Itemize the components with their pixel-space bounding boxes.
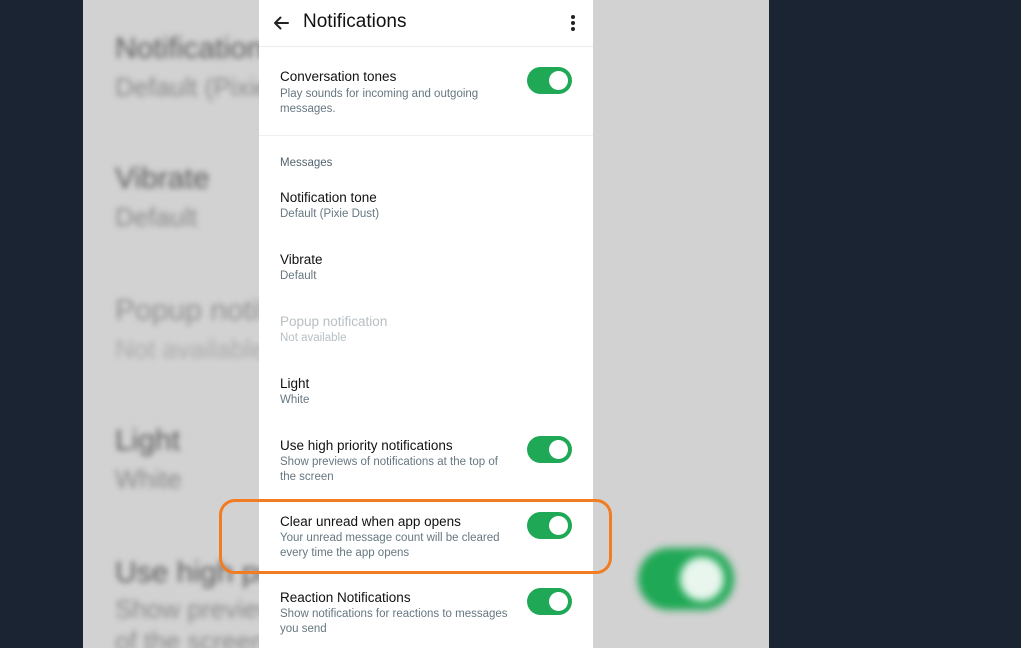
- reaction-notifications-toggle[interactable]: [527, 588, 572, 615]
- setting-title: Conversation tones: [280, 69, 397, 84]
- notification-tone-setting[interactable]: Notification tone Default (Pixie Dust): [259, 182, 593, 238]
- reaction-notifications-setting[interactable]: Reaction Notifications Show notification…: [259, 582, 593, 648]
- setting-subtitle: Show notifications for reactions to mess…: [280, 608, 508, 635]
- highlight-outline: [219, 499, 612, 574]
- setting-subtitle: Default (Pixie Dust): [280, 208, 380, 220]
- more-vert-icon: [571, 15, 575, 31]
- backdrop-text: Light: [115, 424, 181, 457]
- setting-subtitle: Not available: [280, 332, 347, 344]
- backdrop-toggle: [638, 548, 734, 610]
- messages-section-label: Messages: [280, 157, 333, 169]
- screenshot-stage: Notification Default (Pixie Vibrate Defa…: [0, 0, 1021, 648]
- setting-subtitle: Default: [280, 270, 317, 282]
- backdrop-text: Not available: [115, 334, 266, 364]
- toggle-knob: [549, 440, 568, 459]
- high-priority-notifications-setting[interactable]: Use high priority notifications Show pre…: [259, 430, 593, 494]
- high-priority-toggle[interactable]: [527, 436, 572, 463]
- back-button[interactable]: [267, 9, 295, 37]
- setting-title: Use high priority notifications: [280, 438, 453, 453]
- light-setting[interactable]: Light White: [259, 368, 593, 424]
- setting-title: Popup notification: [280, 314, 388, 329]
- setting-title: Notification tone: [280, 190, 377, 205]
- page-title: Notifications: [303, 11, 407, 32]
- backdrop-text: Default (Pixie: [115, 72, 270, 102]
- overflow-menu-button[interactable]: [561, 9, 585, 37]
- setting-title: Vibrate: [280, 252, 323, 267]
- app-bar: Notifications: [259, 0, 593, 47]
- setting-subtitle: Show previews of notifications at the to…: [280, 456, 498, 483]
- setting-title: Reaction Notifications: [280, 590, 411, 605]
- setting-title: Light: [280, 376, 310, 391]
- backdrop-text: Default: [115, 202, 198, 232]
- arrow-left-icon: [274, 16, 289, 30]
- toggle-knob: [549, 71, 568, 90]
- backdrop-text: Vibrate: [115, 162, 210, 195]
- conversation-tones-toggle[interactable]: [527, 67, 572, 94]
- backdrop-text: of the screen: [115, 626, 266, 648]
- backdrop-text: White: [115, 464, 182, 494]
- section-divider: [259, 135, 593, 136]
- toggle-knob: [549, 592, 568, 611]
- vibrate-setting[interactable]: Vibrate Default: [259, 244, 593, 300]
- conversation-tones-setting[interactable]: Conversation tones Play sounds for incom…: [259, 60, 593, 130]
- popup-notification-setting: Popup notification Not available: [259, 306, 593, 362]
- setting-subtitle: White: [280, 394, 310, 406]
- backdrop-text: Notification: [115, 32, 264, 65]
- setting-subtitle: Play sounds for incoming and outgoing me…: [280, 88, 479, 115]
